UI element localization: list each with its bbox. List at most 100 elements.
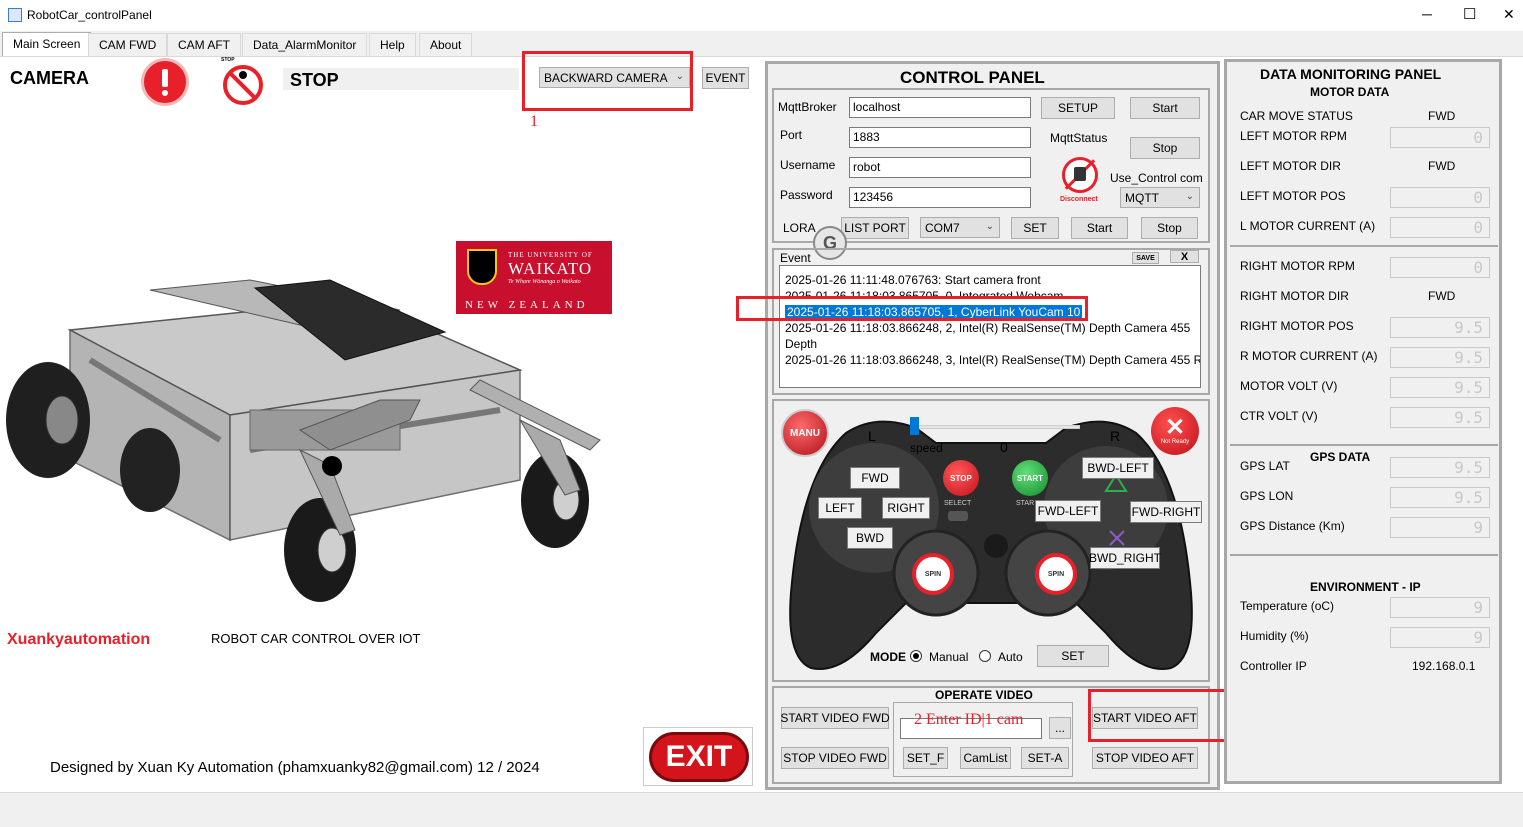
speed-slider-thumb[interactable] [910,417,919,435]
left-rpm-display: 0 [1390,127,1490,148]
bwd-left-button[interactable]: BWD-LEFT [1082,457,1154,479]
right-pos-label: RIGHT MOTOR POS [1240,319,1354,333]
gps-lat-display: 9.5 [1390,457,1490,478]
gps-lat-label: GPS LAT [1240,459,1290,473]
manual-mode-button[interactable]: MANU [781,409,829,457]
stop-button[interactable]: STOP [943,460,979,496]
app-icon [8,8,22,22]
auto-radio[interactable] [979,650,991,662]
auto-radio-label: Auto [998,650,1023,664]
port-input[interactable]: 1883 [849,127,1031,148]
window-title: RobotCar_controlPanel [27,8,152,22]
environment-title: ENVIRONMENT - IP [1310,580,1421,594]
disconnect-icon: Disconnect [1058,155,1104,205]
waikato-logo: THE UNIVERSITY OF WAIKATO Te Whare Wānan… [456,241,612,314]
annotation-box-event [736,296,1088,321]
fwd-button[interactable]: FWD [850,467,900,489]
motor-volt-display: 9.5 [1390,377,1490,398]
spin-right-button[interactable]: SPIN [1035,553,1077,595]
username-input[interactable]: robot [849,157,1031,178]
right-rpm-label: RIGHT MOTOR RPM [1240,259,1355,273]
exit-button[interactable]: EXIT [643,727,753,786]
mqtt-stop-button[interactable]: Stop [1130,137,1200,159]
event-label: Event [780,251,811,265]
password-label: Password [780,188,833,202]
temperature-display: 9 [1390,597,1490,618]
lora-label: LORA [783,221,816,235]
start-small-label: START [1016,500,1034,507]
browse-button[interactable]: ... [1049,717,1071,739]
stop-video-fwd-button[interactable]: STOP VIDEO FWD [781,747,889,769]
controller-ip-value: 192.168.0.1 [1412,659,1476,673]
mqtt-broker-input[interactable]: localhost [849,97,1031,118]
divider [1230,245,1498,247]
fwd-right-button[interactable]: FWD-RIGHT [1130,501,1202,523]
designed-by: Designed by Xuan Ky Automation (phamxuan… [50,759,540,776]
motor-data-title: MOTOR DATA [1310,85,1390,99]
camlist-button[interactable]: CamList [960,747,1011,769]
title-bar: RobotCar_controlPanel ─ ☐ ✕ [0,0,1523,31]
manual-radio[interactable] [910,650,922,662]
tab-about[interactable]: About [419,33,473,56]
list-item[interactable]: 2025-01-26 11:11:48.076763: Start camera… [785,273,1041,287]
list-item[interactable]: 2025-01-26 11:18:03.866248, 2, Intel(R) … [785,321,1190,335]
control-panel-title: CONTROL PANEL [900,68,1045,87]
event-log-list[interactable]: 2025-01-26 11:11:48.076763: Start camera… [779,265,1201,388]
car-move-status-value: FWD [1428,109,1456,123]
chevron-down-icon: ⌄ [985,221,994,232]
save-log-button[interactable]: SAVE [1132,252,1159,264]
right-dir-label: RIGHT MOTOR DIR [1240,289,1349,303]
lora-set-button[interactable]: SET [1011,217,1059,239]
speed-slider-track[interactable] [910,425,1080,429]
fwd-left-button[interactable]: FWD-LEFT [1035,500,1101,522]
lora-start-button[interactable]: Start [1071,217,1128,239]
bwd-button[interactable]: BWD [847,527,893,549]
spin-left-button[interactable]: SPIN [912,553,954,595]
r-current-label: R MOTOR CURRENT (A) [1240,349,1378,363]
gps-lon-display: 9.5 [1390,487,1490,508]
annotation-1: 1 [530,113,538,130]
tab-cam-fwd[interactable]: CAM FWD [88,33,168,56]
username-label: Username [780,158,836,172]
bwd-right-button[interactable]: BWD_RIGHT [1089,547,1161,569]
list-port-button[interactable]: LIST PORT [841,217,909,239]
status-strip [0,792,1523,827]
gps-distance-label: GPS Distance (Km) [1240,519,1345,533]
mode-set-button[interactable]: SET [1037,645,1109,667]
mqtt-start-button[interactable]: Start [1130,97,1200,119]
car-move-status-label: CAR MOVE STATUS [1240,109,1353,123]
set-a-button[interactable]: SET-A [1021,747,1069,769]
stop-video-aft-button[interactable]: STOP VIDEO AFT [1092,747,1198,769]
password-input[interactable]: 123456 [849,187,1031,208]
data-monitor-title: DATA MONITORING PANEL [1260,66,1442,82]
tab-main-screen[interactable]: Main Screen [2,32,92,57]
left-dir-label: LEFT MOTOR DIR [1240,159,1341,173]
list-item[interactable]: 2025-01-26 11:18:03.866248, 3, Intel(R) … [785,353,1200,367]
r-shoulder-label: R [1110,428,1121,444]
mqtt-status-label: MqttStatus [1050,131,1108,145]
list-item[interactable]: Depth [785,337,817,351]
right-button[interactable]: RIGHT [882,497,930,519]
select-key[interactable] [948,511,968,521]
annotation-box-1 [522,51,693,111]
clear-log-button[interactable]: X [1170,250,1199,263]
tab-data-alarm-monitor[interactable]: Data_AlarmMonitor [242,33,368,56]
maximize-button[interactable]: ☐ [1463,5,1476,23]
set-f-button[interactable]: SET_F [903,747,948,769]
start-button[interactable]: START [1012,460,1048,496]
select-label: SELECT [944,500,972,507]
not-ready-button[interactable]: ✕ Not Ready [1151,407,1199,455]
tab-cam-aft[interactable]: CAM AFT [167,33,242,56]
com-port-select[interactable]: COM7 ⌄ [920,217,1000,238]
tab-help[interactable]: Help [369,33,416,56]
gps-lon-label: GPS LON [1240,489,1294,503]
setup-button[interactable]: SETUP [1041,97,1115,119]
start-video-fwd-button[interactable]: START VIDEO FWD [780,707,890,729]
close-button[interactable]: ✕ [1503,6,1515,23]
chevron-down-icon: ⌄ [1185,191,1194,202]
event-button[interactable]: EVENT [702,67,749,89]
minimize-button[interactable]: ─ [1422,6,1432,22]
left-button[interactable]: LEFT [818,497,862,519]
lora-stop-button[interactable]: Stop [1141,217,1198,239]
use-control-select[interactable]: MQTT ⌄ [1120,187,1200,208]
